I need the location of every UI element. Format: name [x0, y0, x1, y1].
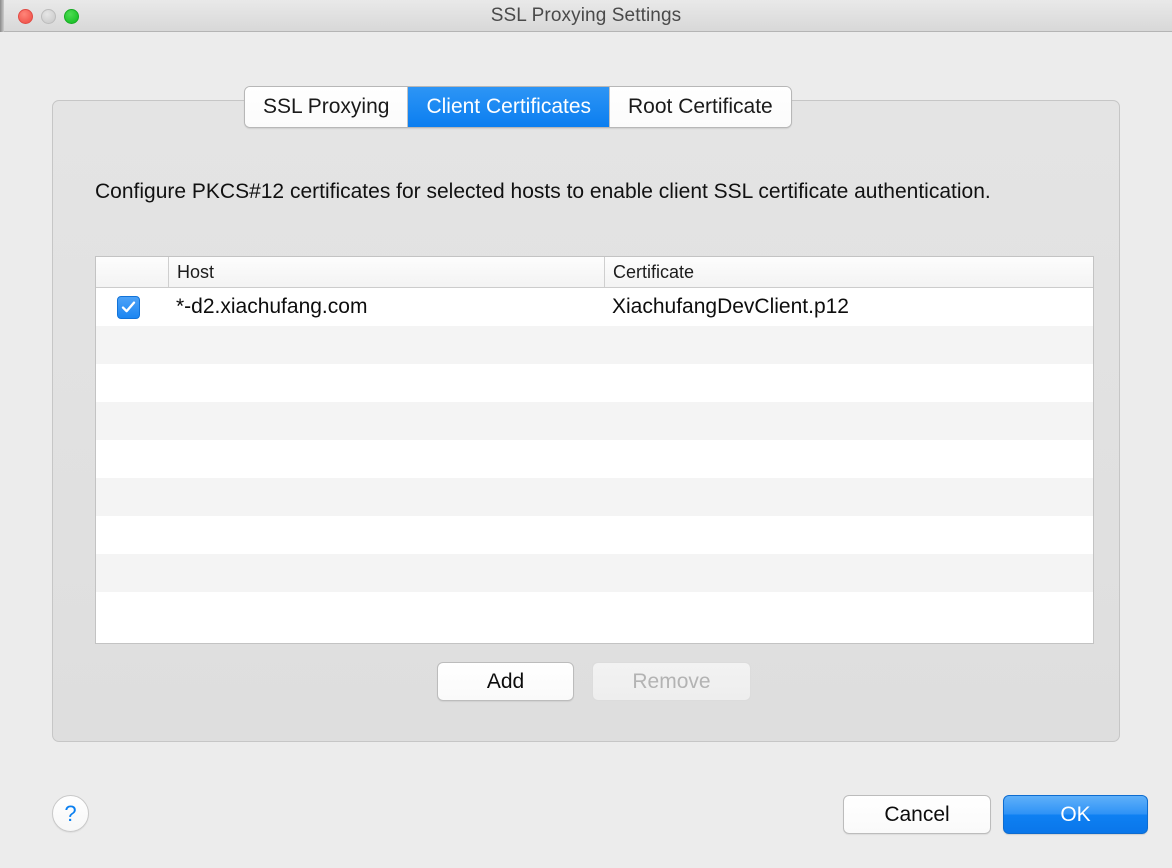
table-header-row: Host Certificate [96, 257, 1093, 288]
table-row-empty[interactable] [96, 516, 1093, 554]
table-row-empty[interactable] [96, 592, 1093, 630]
table-row-empty[interactable] [96, 402, 1093, 440]
table-row[interactable]: *-d2.xiachufang.com XiachufangDevClient.… [96, 288, 1093, 326]
column-header-certificate[interactable]: Certificate [604, 257, 1093, 287]
remove-button: Remove [592, 662, 751, 701]
column-header-checkbox[interactable] [96, 257, 168, 287]
tab-root-certificate[interactable]: Root Certificate [610, 87, 791, 127]
row-host-value: *-d2.xiachufang.com [176, 295, 368, 318]
title-bar: SSL Proxying Settings [0, 0, 1172, 32]
table-row-empty[interactable] [96, 478, 1093, 516]
table-row-empty[interactable] [96, 326, 1093, 364]
tab-client-certificates[interactable]: Client Certificates [408, 87, 611, 127]
add-button[interactable]: Add [437, 662, 574, 701]
tab-bar: SSL Proxying Client Certificates Root Ce… [244, 86, 792, 128]
checkbox-checked-icon[interactable] [117, 295, 140, 319]
table-body: *-d2.xiachufang.com XiachufangDevClient.… [96, 288, 1093, 630]
panel-description: Configure PKCS#12 certificates for selec… [95, 180, 991, 203]
ssl-proxying-settings-window: SSL Proxying Settings SSL Proxying Clien… [0, 0, 1172, 868]
table-row-empty[interactable] [96, 364, 1093, 402]
help-icon[interactable]: ? [52, 795, 89, 832]
window-title: SSL Proxying Settings [490, 5, 682, 26]
tab-ssl-proxying[interactable]: SSL Proxying [245, 87, 409, 127]
row-checkbox-cell[interactable] [96, 295, 168, 319]
table-row-empty[interactable] [96, 440, 1093, 478]
column-header-host[interactable]: Host [168, 257, 604, 287]
table-row-empty[interactable] [96, 554, 1093, 592]
client-certificates-table: Host Certificate *-d2.xiachufang.com Xia… [95, 256, 1094, 644]
ok-button[interactable]: OK [1003, 795, 1148, 834]
row-certificate-value: XiachufangDevClient.p12 [612, 295, 849, 318]
cancel-button[interactable]: Cancel [843, 795, 991, 834]
